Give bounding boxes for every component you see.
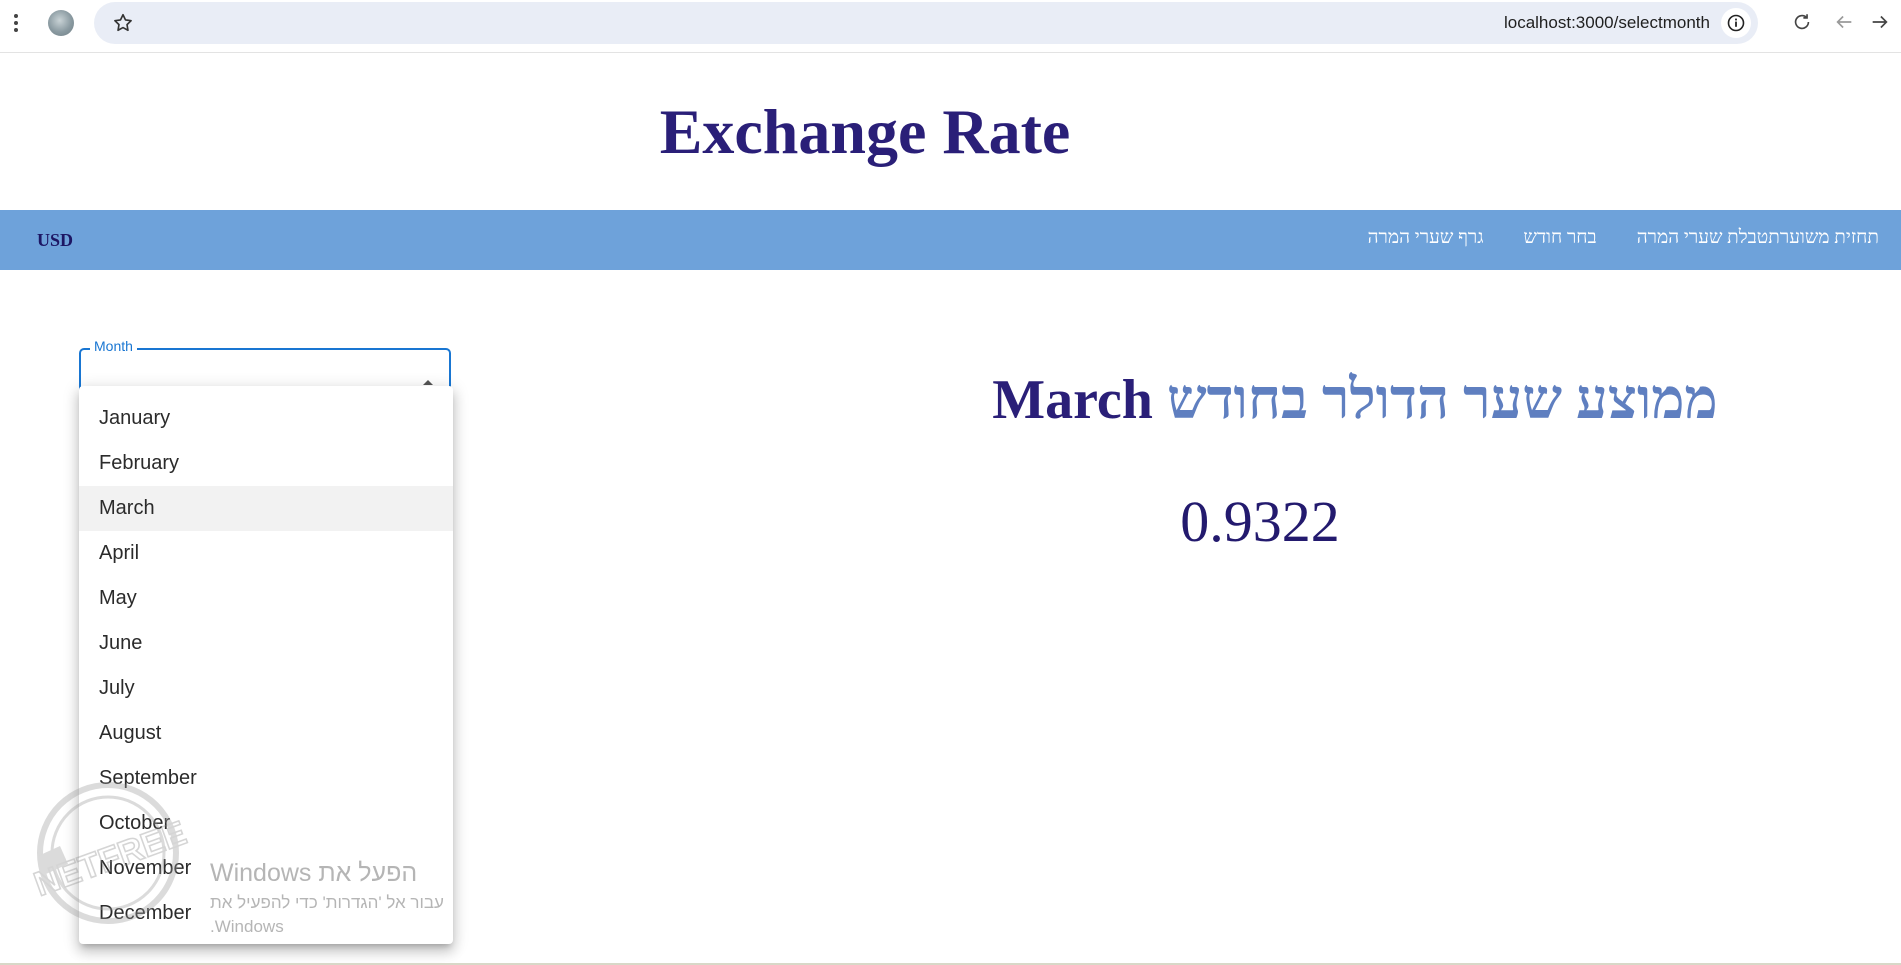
currency-selector[interactable]: USD bbox=[37, 230, 73, 251]
nav-link-select-month[interactable]: בחר חודש bbox=[1524, 227, 1597, 249]
nav-links: גרף שערי המרה בחר חודש טבלת שערי המרה תח… bbox=[1328, 227, 1879, 249]
result-heading-text: ממוצע שער הדולר בחודש bbox=[1166, 369, 1718, 431]
month-option-august[interactable]: August bbox=[79, 711, 453, 756]
month-option-march[interactable]: March bbox=[79, 486, 453, 531]
result-heading: ממוצע שער הדולר בחודש March bbox=[900, 366, 1810, 434]
forward-arrow-icon[interactable] bbox=[1869, 11, 1891, 33]
nav-link-rates-chart[interactable]: גרף שערי המרה bbox=[1368, 227, 1484, 249]
month-option-october[interactable]: October bbox=[79, 801, 453, 846]
profile-avatar[interactable] bbox=[48, 10, 74, 36]
site-info-icon[interactable] bbox=[1721, 8, 1751, 38]
browser-toolbar: localhost:3000/selectmonth bbox=[0, 0, 1901, 53]
month-option-december[interactable]: December bbox=[79, 891, 453, 936]
browser-menu-icon[interactable] bbox=[7, 11, 25, 35]
month-option-january[interactable]: January bbox=[79, 396, 453, 441]
month-select[interactable]: Month bbox=[79, 338, 451, 390]
month-option-june[interactable]: June bbox=[79, 621, 453, 666]
url-text[interactable]: localhost:3000/selectmonth bbox=[1504, 13, 1710, 33]
month-dropdown-menu: January February March April May June Ju… bbox=[79, 386, 453, 944]
caret-up-icon[interactable] bbox=[423, 380, 433, 385]
page-title: Exchange Rate bbox=[659, 96, 1071, 167]
nav-link-forecast[interactable]: תחזית משוערת bbox=[1768, 227, 1879, 249]
month-option-february[interactable]: February bbox=[79, 441, 453, 486]
month-option-july[interactable]: July bbox=[79, 666, 453, 711]
address-bar[interactable]: localhost:3000/selectmonth bbox=[94, 2, 1758, 44]
month-option-may[interactable]: May bbox=[79, 576, 453, 621]
month-option-september[interactable]: September bbox=[79, 756, 453, 801]
average-rate-value: 0.9322 bbox=[1180, 489, 1340, 554]
month-option-november[interactable]: November bbox=[79, 846, 453, 891]
month-select-label: Month bbox=[90, 338, 137, 354]
result-heading-month: March bbox=[992, 369, 1153, 431]
bookmark-star-icon[interactable] bbox=[112, 12, 134, 34]
nav-link-rates-table[interactable]: טבלת שערי המרה bbox=[1637, 227, 1769, 249]
reload-icon[interactable] bbox=[1791, 11, 1813, 33]
main-navbar: USD גרף שערי המרה בחר חודש טבלת שערי המר… bbox=[0, 210, 1901, 270]
month-option-april[interactable]: April bbox=[79, 531, 453, 576]
back-arrow-icon[interactable] bbox=[1833, 11, 1855, 33]
